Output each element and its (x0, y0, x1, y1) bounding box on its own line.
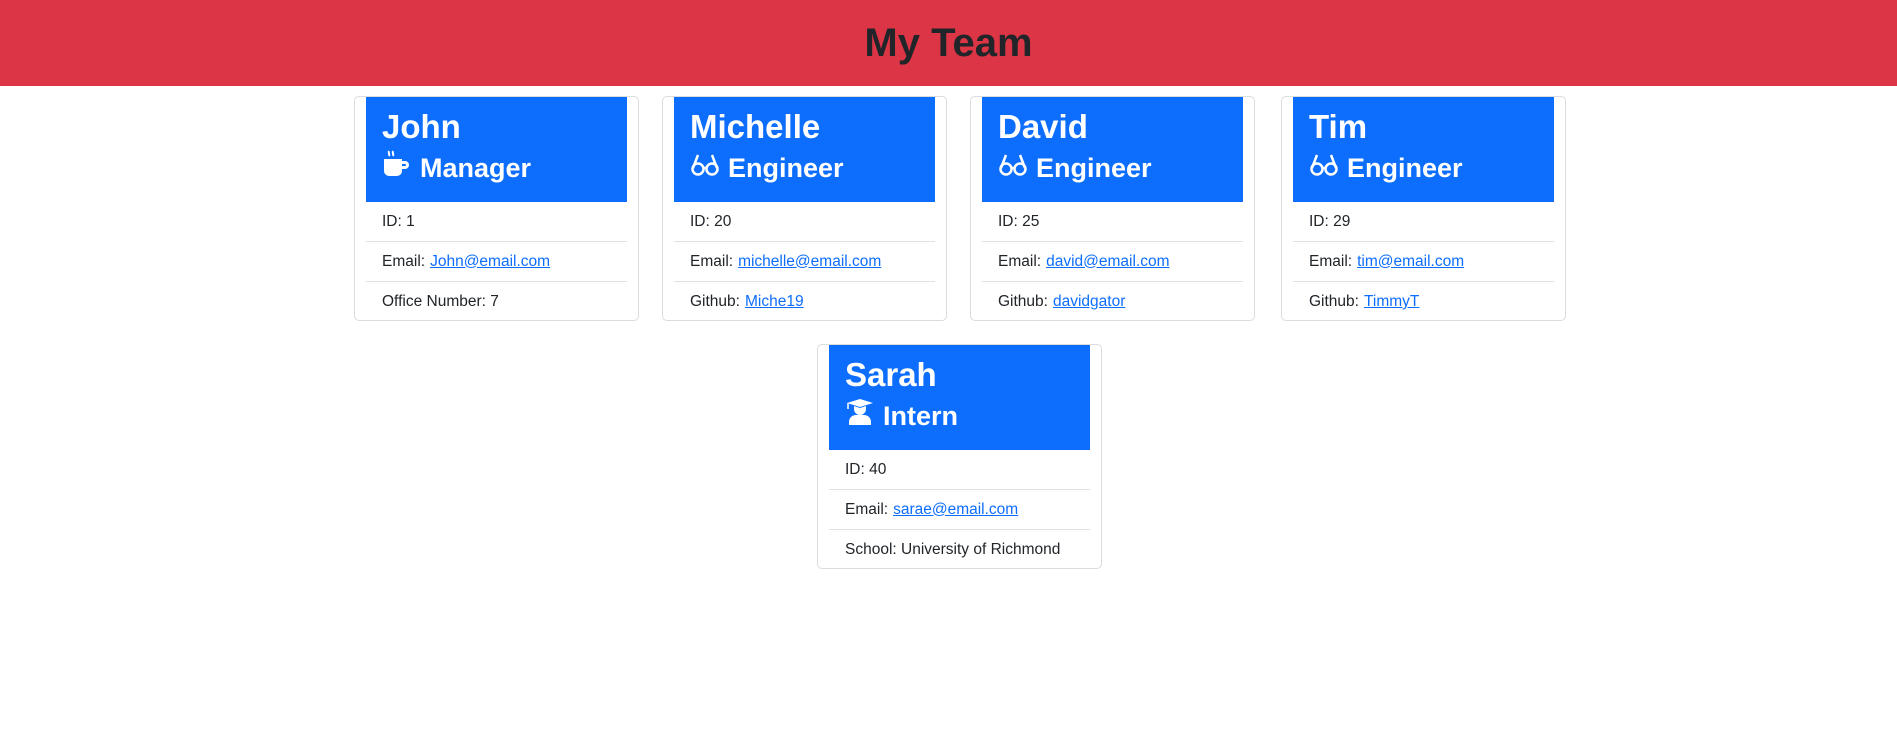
email-row: Email: michelle@email.com (674, 242, 935, 282)
employee-card: John Manager ID: 1 Email: John@email.com … (354, 96, 639, 321)
employee-card: Tim Engineer ID: 29 Email: tim@email.com … (1281, 96, 1566, 321)
details-list: ID: 20 Email: michelle@email.com Github: M… (674, 202, 935, 322)
employee-role: Manager (382, 150, 611, 186)
card-header: Tim Engineer (1293, 97, 1554, 202)
office-number: Office Number: 7 (382, 293, 499, 310)
employee-name: Tim (1309, 108, 1368, 145)
email-label: Email: (382, 252, 426, 270)
employee-id: ID: 40 (845, 460, 887, 478)
email-row: Email: tim@email.com (1293, 242, 1554, 282)
role-label: Manager (420, 153, 532, 183)
employee-role: Engineer (998, 150, 1227, 186)
employee-role: Engineer (690, 150, 919, 186)
extra-row: Office Number: 7 (366, 282, 627, 322)
extra-row: Github: TimmyT (1293, 282, 1554, 322)
extra-row: Github: davidgator (982, 282, 1243, 322)
id-row: ID: 20 (674, 202, 935, 242)
glasses-icon (1309, 150, 1339, 186)
glasses-icon (690, 150, 720, 186)
email-link[interactable]: david@email.com (1046, 253, 1169, 271)
email-link[interactable]: John@email.com (430, 253, 550, 271)
school: School: University of Richmond (845, 541, 1061, 558)
glasses-icon (998, 150, 1028, 186)
employee-name: Sarah (845, 356, 937, 393)
employee-id: ID: 25 (998, 212, 1040, 230)
employee-card: David Engineer ID: 25 Email: david@email.… (970, 96, 1255, 321)
role-label: Engineer (1036, 153, 1152, 183)
employee-id: ID: 1 (382, 212, 415, 230)
github-link[interactable]: Miche19 (745, 293, 804, 311)
github-link[interactable]: davidgator (1053, 293, 1125, 311)
email-row: Email: sarae@email.com (829, 490, 1090, 530)
employee-id: ID: 20 (690, 212, 732, 230)
page-header: My Team (0, 0, 1897, 86)
details-list: ID: 40 Email: sarae@email.com School: Uni… (829, 450, 1090, 570)
employee-role: Intern (845, 398, 1074, 434)
employee-name: John (382, 108, 461, 145)
email-link[interactable]: sarae@email.com (893, 501, 1018, 519)
employee-id: ID: 29 (1309, 212, 1351, 230)
employee-card: Sarah Intern ID: 40 Email: sarae@email.co… (817, 344, 1102, 569)
card-header: David Engineer (982, 97, 1243, 202)
card-header: John Manager (366, 97, 627, 202)
employee-role: Engineer (1309, 150, 1538, 186)
email-row: Email: John@email.com (366, 242, 627, 282)
email-label: Email: (690, 252, 734, 270)
employee-name: Michelle (690, 108, 821, 145)
graduate-icon (845, 398, 875, 434)
details-list: ID: 29 Email: tim@email.com Github: TimmyT (1293, 202, 1554, 322)
role-label: Intern (883, 401, 959, 431)
email-link[interactable]: tim@email.com (1357, 253, 1464, 271)
email-label: Email: (845, 500, 889, 518)
email-link[interactable]: michelle@email.com (738, 253, 881, 271)
page-title: My Team (864, 20, 1033, 65)
employee-name: David (998, 108, 1088, 145)
card-header: Michelle Engineer (674, 97, 935, 202)
details-list: ID: 1 Email: John@email.com Office Number… (366, 202, 627, 322)
email-row: Email: david@email.com (982, 242, 1243, 282)
github-label: Github: (1309, 293, 1359, 310)
github-label: Github: (690, 293, 740, 310)
id-row: ID: 25 (982, 202, 1243, 242)
email-label: Email: (998, 252, 1042, 270)
card-header: Sarah Intern (829, 345, 1090, 450)
extra-row: Github: Miche19 (674, 282, 935, 322)
role-label: Engineer (728, 153, 844, 183)
github-label: Github: (998, 293, 1048, 310)
email-label: Email: (1309, 252, 1353, 270)
id-row: ID: 40 (829, 450, 1090, 490)
id-row: ID: 29 (1293, 202, 1554, 242)
role-label: Engineer (1347, 153, 1463, 183)
extra-row: School: University of Richmond (829, 530, 1090, 570)
employee-card: Michelle Engineer ID: 20 Email: michelle@… (662, 96, 947, 321)
details-list: ID: 25 Email: david@email.com Github: davi… (982, 202, 1243, 322)
id-row: ID: 1 (366, 202, 627, 242)
mug-icon (382, 150, 412, 186)
github-link[interactable]: TimmyT (1364, 293, 1419, 311)
